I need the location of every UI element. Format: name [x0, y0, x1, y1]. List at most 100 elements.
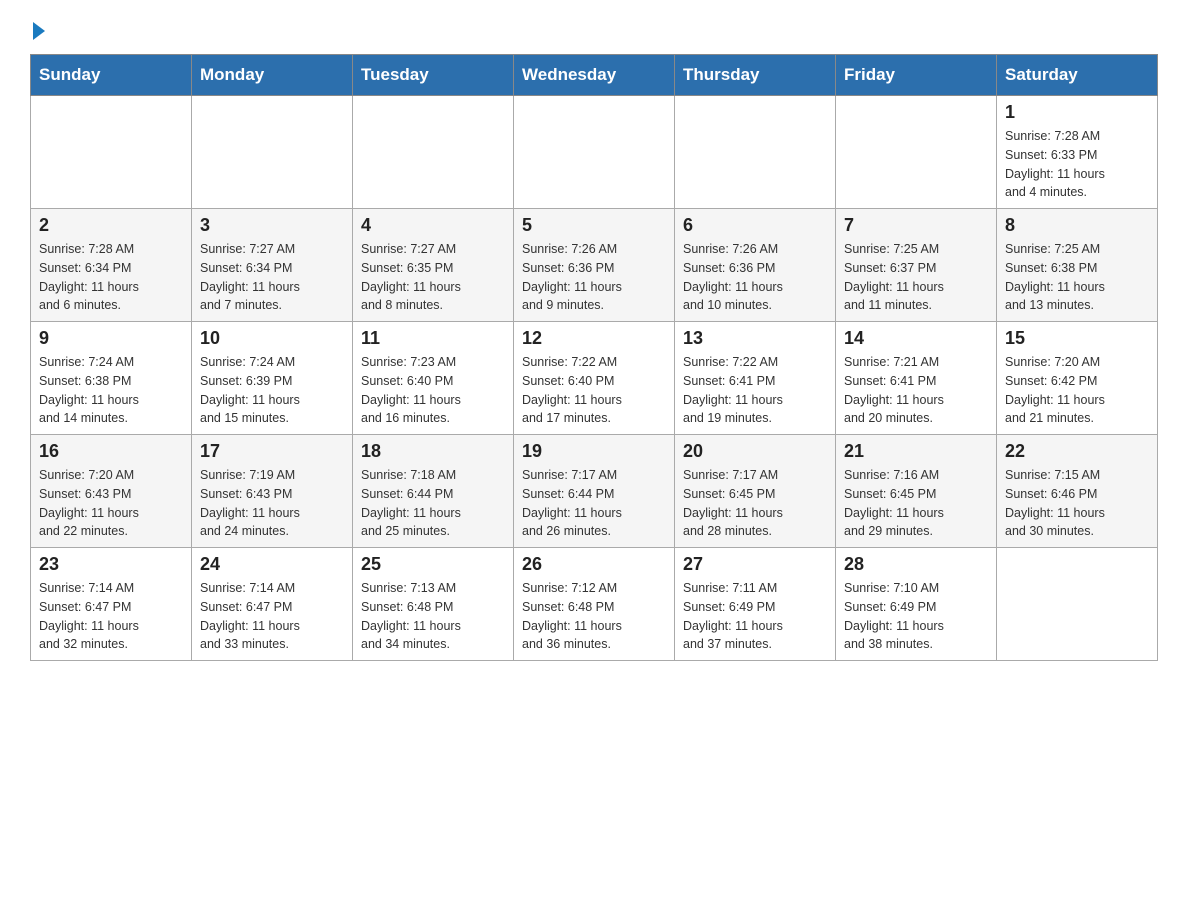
- calendar-cell: [675, 96, 836, 209]
- day-number: 1: [1005, 102, 1149, 123]
- week-row-5: 23 Sunrise: 7:14 AM Sunset: 6:47 PM Dayli…: [31, 548, 1158, 661]
- week-row-1: 1 Sunrise: 7:28 AM Sunset: 6:33 PM Daylig…: [31, 96, 1158, 209]
- day-info: Sunrise: 7:17 AM Sunset: 6:44 PM Dayligh…: [522, 466, 666, 541]
- day-info: Sunrise: 7:25 AM Sunset: 6:37 PM Dayligh…: [844, 240, 988, 315]
- weekday-header-friday: Friday: [836, 55, 997, 96]
- day-number: 8: [1005, 215, 1149, 236]
- logo: [30, 20, 70, 34]
- weekday-header-thursday: Thursday: [675, 55, 836, 96]
- day-info: Sunrise: 7:26 AM Sunset: 6:36 PM Dayligh…: [683, 240, 827, 315]
- calendar-cell: 13 Sunrise: 7:22 AM Sunset: 6:41 PM Dayli…: [675, 322, 836, 435]
- day-number: 9: [39, 328, 183, 349]
- day-number: 27: [683, 554, 827, 575]
- day-number: 28: [844, 554, 988, 575]
- calendar-cell: [353, 96, 514, 209]
- day-info: Sunrise: 7:17 AM Sunset: 6:45 PM Dayligh…: [683, 466, 827, 541]
- day-number: 20: [683, 441, 827, 462]
- calendar-cell: 17Sunrise: 7:19 AM Sunset: 6:43 PM Dayli…: [192, 435, 353, 548]
- calendar-cell: 16 Sunrise: 7:20 AM Sunset: 6:43 PM Dayli…: [31, 435, 192, 548]
- weekday-header-monday: Monday: [192, 55, 353, 96]
- calendar-cell: 2 Sunrise: 7:28 AM Sunset: 6:34 PM Daylig…: [31, 209, 192, 322]
- calendar-cell: 25 Sunrise: 7:13 AM Sunset: 6:48 PM Dayli…: [353, 548, 514, 661]
- day-number: 3: [200, 215, 344, 236]
- day-info: Sunrise: 7:23 AM Sunset: 6:40 PM Dayligh…: [361, 353, 505, 428]
- day-info: Sunrise: 7:12 AM Sunset: 6:48 PM Dayligh…: [522, 579, 666, 654]
- day-info: Sunrise: 7:14 AM Sunset: 6:47 PM Dayligh…: [39, 579, 183, 654]
- page-header: [30, 20, 1158, 34]
- calendar-cell: 24 Sunrise: 7:14 AM Sunset: 6:47 PM Dayli…: [192, 548, 353, 661]
- calendar-table: SundayMondayTuesdayWednesdayThursdayFrid…: [30, 54, 1158, 661]
- day-number: 14: [844, 328, 988, 349]
- day-info: Sunrise: 7:20 AM Sunset: 6:42 PM Dayligh…: [1005, 353, 1149, 428]
- calendar-cell: 5 Sunrise: 7:26 AM Sunset: 6:36 PM Daylig…: [514, 209, 675, 322]
- weekday-header-wednesday: Wednesday: [514, 55, 675, 96]
- calendar-cell: 20 Sunrise: 7:17 AM Sunset: 6:45 PM Dayli…: [675, 435, 836, 548]
- day-info: Sunrise: 7:27 AM Sunset: 6:35 PM Dayligh…: [361, 240, 505, 315]
- day-number: 19: [522, 441, 666, 462]
- day-number: 10: [200, 328, 344, 349]
- day-number: 13: [683, 328, 827, 349]
- calendar-cell: 12 Sunrise: 7:22 AM Sunset: 6:40 PM Dayli…: [514, 322, 675, 435]
- day-info: Sunrise: 7:27 AM Sunset: 6:34 PM Dayligh…: [200, 240, 344, 315]
- weekday-header-tuesday: Tuesday: [353, 55, 514, 96]
- day-number: 12: [522, 328, 666, 349]
- calendar-cell: [514, 96, 675, 209]
- calendar-cell: 21 Sunrise: 7:16 AM Sunset: 6:45 PM Dayli…: [836, 435, 997, 548]
- day-info: Sunrise: 7:28 AM Sunset: 6:34 PM Dayligh…: [39, 240, 183, 315]
- day-info: Sunrise: 7:21 AM Sunset: 6:41 PM Dayligh…: [844, 353, 988, 428]
- week-row-4: 16 Sunrise: 7:20 AM Sunset: 6:43 PM Dayli…: [31, 435, 1158, 548]
- calendar-cell: [192, 96, 353, 209]
- day-number: 2: [39, 215, 183, 236]
- calendar-cell: 6 Sunrise: 7:26 AM Sunset: 6:36 PM Daylig…: [675, 209, 836, 322]
- day-info: Sunrise: 7:18 AM Sunset: 6:44 PM Dayligh…: [361, 466, 505, 541]
- logo-triangle-icon: [33, 22, 45, 40]
- calendar-cell: 26 Sunrise: 7:12 AM Sunset: 6:48 PM Dayli…: [514, 548, 675, 661]
- day-number: 25: [361, 554, 505, 575]
- calendar-cell: 10 Sunrise: 7:24 AM Sunset: 6:39 PM Dayli…: [192, 322, 353, 435]
- day-number: 7: [844, 215, 988, 236]
- day-number: 5: [522, 215, 666, 236]
- day-info: Sunrise: 7:15 AM Sunset: 6:46 PM Dayligh…: [1005, 466, 1149, 541]
- calendar-cell: 3 Sunrise: 7:27 AM Sunset: 6:34 PM Daylig…: [192, 209, 353, 322]
- day-number: 24: [200, 554, 344, 575]
- calendar-cell: 1 Sunrise: 7:28 AM Sunset: 6:33 PM Daylig…: [997, 96, 1158, 209]
- day-info: Sunrise: 7:26 AM Sunset: 6:36 PM Dayligh…: [522, 240, 666, 315]
- day-info: Sunrise: 7:14 AM Sunset: 6:47 PM Dayligh…: [200, 579, 344, 654]
- day-number: 16: [39, 441, 183, 462]
- week-row-2: 2 Sunrise: 7:28 AM Sunset: 6:34 PM Daylig…: [31, 209, 1158, 322]
- calendar-cell: [997, 548, 1158, 661]
- day-number: 21: [844, 441, 988, 462]
- calendar-cell: 27 Sunrise: 7:11 AM Sunset: 6:49 PM Dayli…: [675, 548, 836, 661]
- day-number: 22: [1005, 441, 1149, 462]
- weekday-header-sunday: Sunday: [31, 55, 192, 96]
- calendar-cell: 7 Sunrise: 7:25 AM Sunset: 6:37 PM Daylig…: [836, 209, 997, 322]
- calendar-cell: 18Sunrise: 7:18 AM Sunset: 6:44 PM Dayli…: [353, 435, 514, 548]
- day-info: Sunrise: 7:13 AM Sunset: 6:48 PM Dayligh…: [361, 579, 505, 654]
- day-info: Sunrise: 7:28 AM Sunset: 6:33 PM Dayligh…: [1005, 127, 1149, 202]
- day-info: Sunrise: 7:22 AM Sunset: 6:41 PM Dayligh…: [683, 353, 827, 428]
- calendar-cell: [836, 96, 997, 209]
- day-number: 6: [683, 215, 827, 236]
- weekday-header-saturday: Saturday: [997, 55, 1158, 96]
- calendar-cell: 14 Sunrise: 7:21 AM Sunset: 6:41 PM Dayli…: [836, 322, 997, 435]
- day-info: Sunrise: 7:25 AM Sunset: 6:38 PM Dayligh…: [1005, 240, 1149, 315]
- day-number: 26: [522, 554, 666, 575]
- calendar-cell: 8 Sunrise: 7:25 AM Sunset: 6:38 PM Daylig…: [997, 209, 1158, 322]
- day-number: 15: [1005, 328, 1149, 349]
- calendar-cell: 4Sunrise: 7:27 AM Sunset: 6:35 PM Daylig…: [353, 209, 514, 322]
- calendar-cell: 23 Sunrise: 7:14 AM Sunset: 6:47 PM Dayli…: [31, 548, 192, 661]
- day-number: 23: [39, 554, 183, 575]
- day-info: Sunrise: 7:11 AM Sunset: 6:49 PM Dayligh…: [683, 579, 827, 654]
- day-info: Sunrise: 7:24 AM Sunset: 6:39 PM Dayligh…: [200, 353, 344, 428]
- calendar-cell: 19 Sunrise: 7:17 AM Sunset: 6:44 PM Dayli…: [514, 435, 675, 548]
- day-info: Sunrise: 7:20 AM Sunset: 6:43 PM Dayligh…: [39, 466, 183, 541]
- calendar-cell: 22 Sunrise: 7:15 AM Sunset: 6:46 PM Dayli…: [997, 435, 1158, 548]
- day-info: Sunrise: 7:16 AM Sunset: 6:45 PM Dayligh…: [844, 466, 988, 541]
- weekday-header-row: SundayMondayTuesdayWednesdayThursdayFrid…: [31, 55, 1158, 96]
- day-number: 17: [200, 441, 344, 462]
- day-info: Sunrise: 7:22 AM Sunset: 6:40 PM Dayligh…: [522, 353, 666, 428]
- calendar-cell: 15 Sunrise: 7:20 AM Sunset: 6:42 PM Dayli…: [997, 322, 1158, 435]
- day-info: Sunrise: 7:10 AM Sunset: 6:49 PM Dayligh…: [844, 579, 988, 654]
- calendar-cell: [31, 96, 192, 209]
- calendar-cell: 9Sunrise: 7:24 AM Sunset: 6:38 PM Daylig…: [31, 322, 192, 435]
